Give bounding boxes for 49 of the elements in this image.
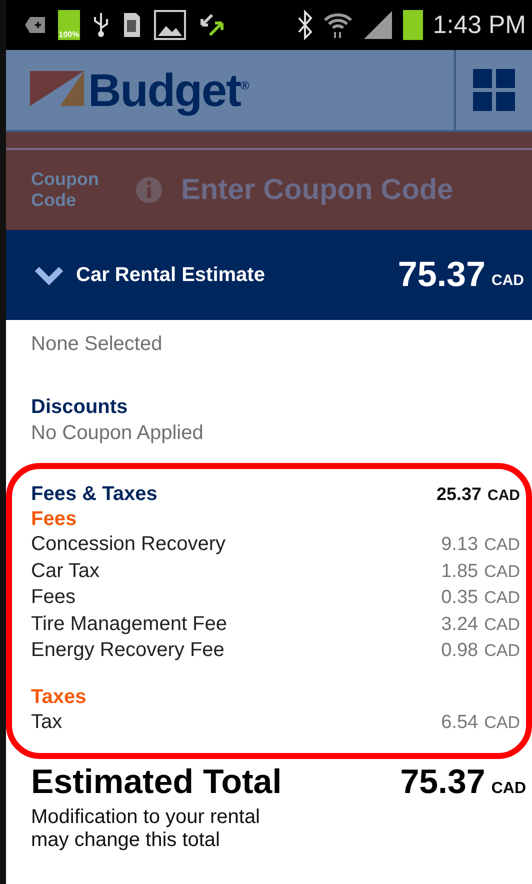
battery-icon	[402, 10, 423, 40]
group-title: Fees	[31, 508, 78, 531]
amount-text: 6.54	[441, 712, 478, 732]
line-item-label: Energy Recovery Fee	[31, 638, 224, 663]
clock-time: 1:43 PM	[432, 10, 526, 40]
coupon-input-field[interactable]: Enter Coupon Code	[177, 174, 532, 206]
sd-card-icon	[122, 11, 142, 39]
currency-label: CAD	[484, 712, 520, 732]
currency-label: CAD	[484, 641, 520, 660]
total-amount: 75.37	[400, 763, 486, 801]
line-item-label: Concession Recovery	[31, 532, 226, 557]
logo-icon	[30, 71, 84, 109]
total-note: Modification to your rental may change this total	[31, 806, 262, 852]
line-item-label: Car Tax	[31, 558, 100, 584]
total-title: Estimated Total	[31, 763, 282, 802]
coupon-label: Coupon Code	[31, 169, 100, 211]
battery-icon: 100%	[58, 10, 80, 40]
amount-text: 0.35	[441, 587, 478, 608]
amount-text: 9.13	[441, 534, 478, 555]
currency-label: CAD	[488, 487, 520, 504]
image-icon	[154, 10, 186, 40]
currency-label: CAD	[492, 272, 524, 288]
line-item-label: Fees	[31, 585, 76, 610]
currency-label: CAD	[484, 614, 520, 634]
currency-label: CAD	[484, 535, 520, 554]
grid-icon	[473, 69, 515, 111]
estimate-bar[interactable]: Car Rental Estimate 75.37 CAD	[6, 230, 532, 320]
currency-label: CAD	[491, 780, 526, 797]
group-title: Taxes	[31, 686, 88, 708]
signal-icon	[362, 10, 393, 40]
section-title: Discounts	[31, 396, 129, 419]
amount-text: 0.98	[441, 640, 478, 661]
notification-icon	[24, 16, 46, 34]
amount-text: 3.24	[441, 614, 478, 634]
estimate-amount: 75.37	[398, 255, 486, 295]
line-item-label: Tire Management Fee	[31, 612, 228, 636]
section-value: None Selected	[31, 333, 164, 356]
estimate-title: Car Rental Estimate	[76, 264, 266, 286]
amount-text: 25.37	[436, 484, 482, 504]
currency-label: CAD	[484, 588, 520, 607]
bluetooth-icon	[296, 10, 313, 40]
amount-text: 1.85	[441, 560, 478, 582]
usb-icon	[92, 11, 110, 39]
section-title: Fees & Taxes	[31, 483, 158, 506]
section-value: No Coupon Applied	[31, 422, 204, 445]
logo-text: Budget$^{®}$	[88, 63, 248, 117]
sync-arrows-icon	[198, 11, 226, 39]
line-item-label: Tax	[31, 710, 62, 734]
currency-label: CAD	[484, 562, 520, 580]
